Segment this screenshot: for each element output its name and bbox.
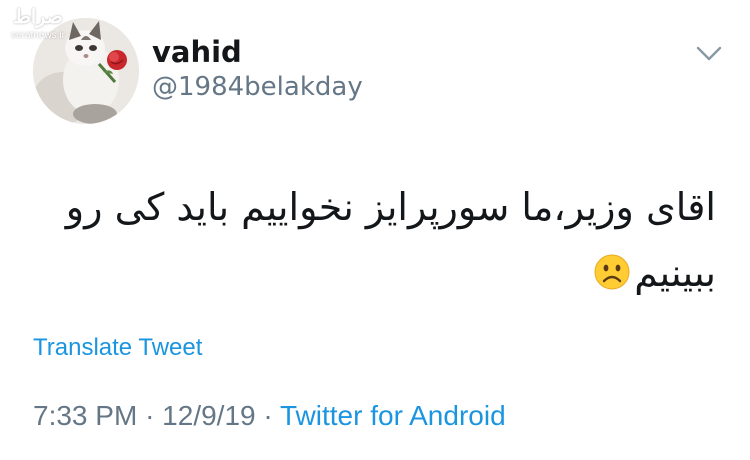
tweet-text-line-2-wrapper: ببینیم: [26, 240, 716, 306]
watermark: صراط seratnews.ir: [8, 4, 68, 42]
tweet-text-line-2: ببینیم: [634, 251, 716, 295]
frowning-face-emoji-icon: [594, 244, 630, 290]
watermark-logo: صراط: [13, 6, 63, 28]
watermark-site: seratnews.ir: [11, 30, 65, 41]
display-name[interactable]: vahid: [152, 34, 242, 70]
tweet-metadata: 7:33 PM · 12/9/19 · Twitter for Android: [33, 398, 506, 434]
meta-separator-2: ·: [263, 400, 273, 431]
tweet-text-line-1: اقای وزیر،ما سورپرایز نخواییم باید کی رو: [65, 185, 716, 229]
chevron-down-icon[interactable]: [694, 40, 724, 66]
tweet-source-link[interactable]: Twitter for Android: [280, 400, 506, 431]
tweet-time[interactable]: 7:33 PM: [33, 400, 137, 431]
translate-tweet-link[interactable]: Translate Tweet: [33, 332, 202, 364]
meta-separator: ·: [145, 400, 155, 431]
user-handle[interactable]: @1984belakday: [152, 70, 363, 104]
tweet-text: اقای وزیر،ما سورپرایز نخواییم باید کی رو…: [26, 174, 716, 306]
tweet-date[interactable]: 12/9/19: [162, 400, 255, 431]
tweet-card: صراط seratnews.ir vahid @1984belakday اق…: [0, 0, 750, 460]
